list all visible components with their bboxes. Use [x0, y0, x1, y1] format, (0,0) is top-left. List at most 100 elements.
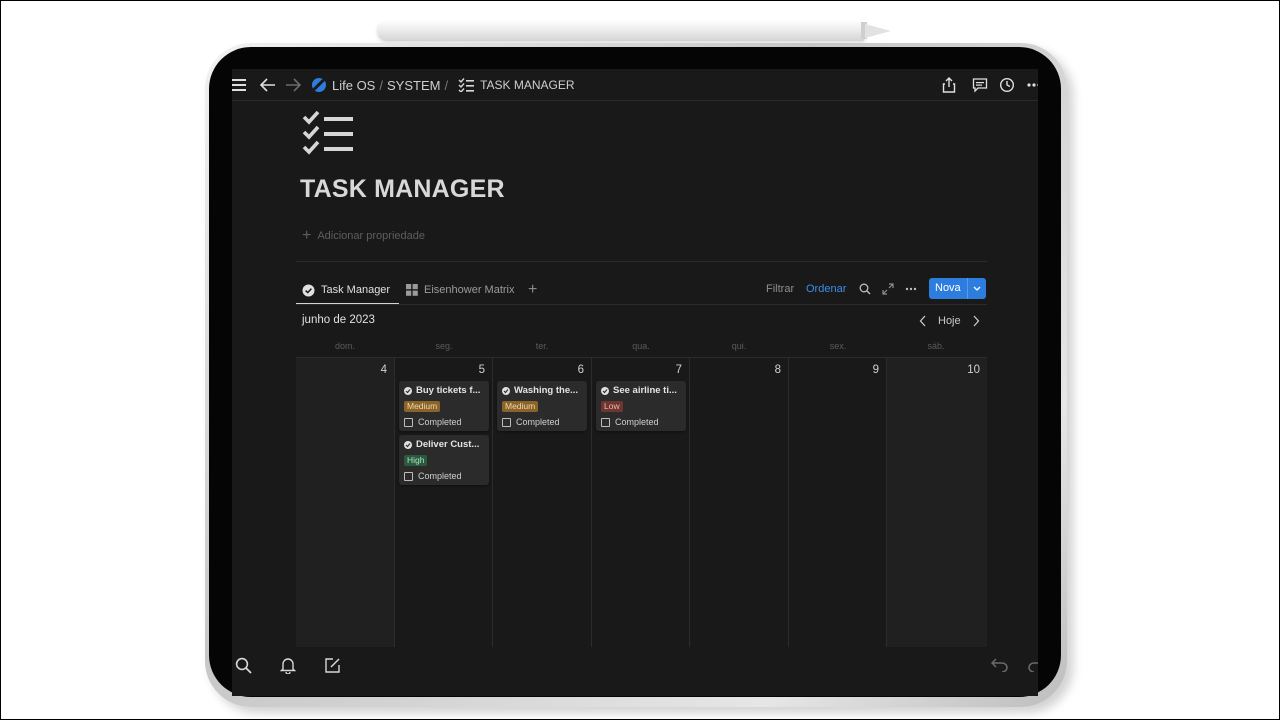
task-title: See airline ti...: [613, 385, 677, 396]
check-circle-icon: [404, 386, 412, 395]
check-circle-icon: [302, 284, 315, 297]
add-property-label: Adicionar propriedade: [317, 230, 425, 242]
priority-badge: High: [404, 455, 428, 466]
search-icon[interactable]: [233, 655, 253, 675]
undo-icon[interactable]: [990, 655, 1010, 675]
weekday-header: qui.: [731, 341, 747, 351]
check-circle-icon: [601, 386, 609, 395]
new-entry-label: Nova: [935, 282, 961, 294]
calendar-day-cell[interactable]: 10: [887, 358, 987, 648]
breadcrumb-section[interactable]: SYSTEM: [387, 78, 440, 93]
new-entry-button[interactable]: Nova: [929, 278, 986, 299]
more-options-icon[interactable]: [1024, 75, 1038, 95]
top-bar: Life OS / SYSTEM / TASK MANAGER: [232, 69, 1038, 101]
pencil-tip: [865, 24, 891, 38]
workspace-logo-icon: [312, 78, 326, 92]
page-checklist-icon[interactable]: [302, 110, 354, 159]
day-number: 5: [478, 364, 485, 376]
add-property-button[interactable]: + Adicionar propriedade: [302, 228, 425, 244]
back-arrow-icon[interactable]: [258, 75, 278, 95]
weekday-header: sáb.: [927, 341, 945, 351]
button-divider: [967, 278, 968, 299]
day-number: 8: [774, 364, 781, 376]
day-number: 9: [872, 364, 879, 376]
task-card[interactable]: Deliver Cust... High Completed: [399, 435, 489, 485]
bell-icon[interactable]: [278, 655, 298, 675]
checkbox-icon[interactable]: [404, 417, 413, 427]
task-card-title-row: Buy tickets f...: [404, 385, 488, 396]
completed-checkbox[interactable]: Completed: [502, 417, 560, 427]
checkbox-label: Completed: [418, 417, 462, 427]
breadcrumb-workspace[interactable]: Life OS: [332, 78, 375, 93]
grid-icon: [406, 284, 418, 296]
chevron-left-icon[interactable]: [918, 314, 928, 328]
today-button[interactable]: Hoje: [938, 315, 961, 327]
calendar-day-cell[interactable]: 9: [789, 358, 887, 648]
comment-icon[interactable]: [970, 75, 990, 95]
weekday-header: dom.: [334, 341, 355, 351]
chevron-down-icon[interactable]: [971, 281, 983, 295]
checkbox-icon[interactable]: [502, 417, 511, 427]
breadcrumb-separator: /: [444, 77, 449, 93]
completed-checkbox[interactable]: Completed: [601, 417, 659, 427]
checkbox-label: Completed: [418, 471, 462, 481]
weekday-header: qua.: [632, 341, 650, 351]
calendar-day-cell[interactable]: 7 See airline ti... Low Completed: [592, 358, 690, 648]
breadcrumb-separator: /: [379, 77, 383, 93]
weekday-header: seg.: [435, 341, 453, 351]
bottom-toolbar: [232, 647, 1038, 696]
calendar-day-cell[interactable]: 5 Buy tickets f... Medium Completed Deli…: [395, 358, 493, 648]
chevron-right-icon[interactable]: [971, 314, 981, 328]
task-title: Buy tickets f...: [416, 385, 481, 396]
checkbox-label: Completed: [615, 417, 659, 427]
calendar-grid: 4 5 Buy tickets f... Medium Completed De…: [296, 357, 987, 648]
task-card[interactable]: See airline ti... Low Completed: [596, 381, 686, 431]
sort-button[interactable]: Ordenar: [806, 283, 846, 295]
more-options-icon[interactable]: [904, 282, 918, 296]
compose-icon[interactable]: [322, 655, 342, 675]
day-number: 4: [380, 364, 387, 376]
breadcrumb: Life OS / SYSTEM / TASK MANAGER: [312, 76, 575, 94]
checkbox-icon[interactable]: [404, 471, 413, 481]
completed-checkbox[interactable]: Completed: [404, 471, 462, 481]
priority-badge: Low: [601, 401, 623, 412]
task-list-icon: [458, 78, 475, 92]
checkbox-icon[interactable]: [601, 417, 610, 427]
task-card-title-row: See airline ti...: [601, 385, 685, 396]
tab-label: Task Manager: [321, 284, 391, 296]
screenshot-stage: Life OS / SYSTEM / TASK MANAGER TASK MAN…: [0, 0, 1280, 720]
share-icon[interactable]: [939, 75, 959, 95]
priority-badge: Medium: [404, 401, 441, 412]
calendar-month-label: junho de 2023: [302, 314, 375, 326]
page-title[interactable]: TASK MANAGER: [300, 175, 505, 204]
clock-history-icon[interactable]: [997, 75, 1017, 95]
add-view-icon[interactable]: +: [528, 280, 537, 300]
pencil-body: [377, 20, 865, 41]
tab-eisenhower-matrix[interactable]: Eisenhower Matrix: [406, 280, 514, 300]
day-number: 7: [675, 364, 682, 376]
filter-button[interactable]: Filtrar: [766, 283, 794, 295]
redo-icon[interactable]: [1026, 655, 1038, 675]
plus-icon: +: [302, 227, 312, 244]
check-circle-icon: [404, 440, 412, 449]
stylus-pencil: [377, 18, 897, 43]
calendar-day-cell[interactable]: 6 Washing the... Medium Completed: [493, 358, 592, 648]
tab-task-manager[interactable]: Task Manager: [302, 280, 390, 300]
tab-label: Eisenhower Matrix: [424, 284, 515, 296]
calendar-day-cell[interactable]: 4: [296, 358, 395, 648]
menu-icon[interactable]: [232, 75, 249, 95]
breadcrumb-page[interactable]: TASK MANAGER: [480, 78, 574, 92]
weekday-header: sex.: [829, 341, 847, 351]
calendar-day-cell[interactable]: 8: [690, 358, 789, 648]
priority-badge: Medium: [502, 401, 539, 412]
task-card[interactable]: Buy tickets f... Medium Completed: [399, 381, 489, 431]
forward-arrow-icon[interactable]: [283, 75, 303, 95]
task-card-title-row: Washing the...: [502, 385, 586, 396]
task-card[interactable]: Washing the... Medium Completed: [497, 381, 587, 431]
app-screen: Life OS / SYSTEM / TASK MANAGER TASK MAN…: [232, 69, 1038, 696]
views-divider: [296, 304, 987, 305]
completed-checkbox[interactable]: Completed: [404, 417, 462, 427]
weekday-header: ter.: [535, 341, 549, 351]
expand-icon[interactable]: [881, 282, 895, 296]
search-icon[interactable]: [858, 282, 872, 296]
